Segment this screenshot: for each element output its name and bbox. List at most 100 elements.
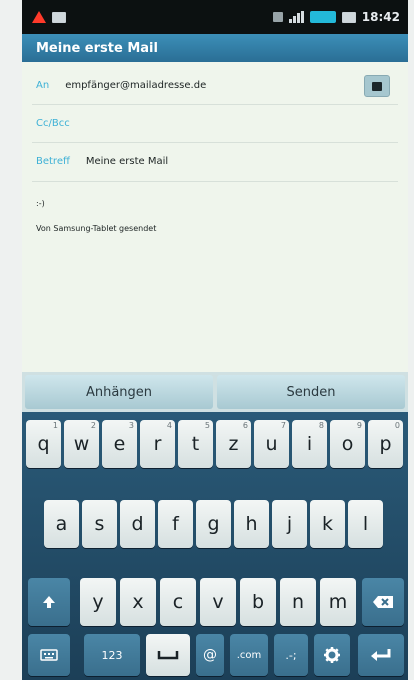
send-button[interactable]: Senden: [217, 375, 405, 409]
key-label: a: [55, 513, 68, 535]
phone-screen: 18:42 Meine erste Mail An empfänger@mail…: [22, 0, 408, 680]
compose-actions: Anhängen Senden: [22, 372, 408, 412]
to-field-row[interactable]: An empfänger@mailadresse.de: [22, 66, 408, 104]
key-p[interactable]: p0: [368, 420, 403, 468]
key-y[interactable]: y: [80, 578, 116, 626]
dotcom-key[interactable]: .com: [230, 634, 268, 676]
subject-field-row[interactable]: Betreff Meine erste Mail: [22, 142, 408, 180]
key-number-hint: 1: [52, 421, 58, 430]
divider: [32, 181, 398, 182]
key-number-hint: 8: [318, 421, 324, 430]
signal-strength-icon: [288, 11, 304, 23]
space-icon: [157, 651, 179, 660]
key-z[interactable]: z6: [216, 420, 251, 468]
key-label: v: [212, 591, 224, 613]
key-label: w: [73, 433, 90, 455]
key-label: i: [306, 433, 313, 455]
key-label: t: [191, 433, 200, 455]
key-label: p: [379, 433, 392, 455]
key-g[interactable]: g: [196, 500, 231, 548]
key-b[interactable]: b: [240, 578, 276, 626]
key-label: k: [321, 513, 333, 535]
backspace-key[interactable]: [362, 578, 404, 626]
subject-input[interactable]: Meine erste Mail: [86, 156, 168, 167]
key-label: h: [245, 513, 258, 535]
key-label: b: [251, 591, 265, 613]
shift-icon: [43, 596, 55, 608]
subject-label: Betreff: [36, 155, 70, 167]
settings-key[interactable]: [314, 634, 350, 676]
key-label: f: [172, 513, 179, 535]
key-label: s: [94, 513, 105, 535]
key-label: d: [131, 513, 144, 535]
sim-icon: [272, 12, 283, 22]
add-contact-button[interactable]: [364, 75, 390, 97]
punctuation-key[interactable]: .-;: [274, 634, 308, 676]
status-time: 18:42: [361, 10, 400, 24]
warning-icon: [32, 11, 46, 23]
key-e[interactable]: e3: [102, 420, 137, 468]
input-mode-key[interactable]: [28, 634, 70, 676]
key-v[interactable]: v: [200, 578, 236, 626]
key-number-hint: 6: [242, 421, 248, 430]
key-label: r: [153, 433, 162, 455]
key-i[interactable]: i8: [292, 420, 327, 468]
status-bar: 18:42: [22, 0, 408, 34]
key-label: u: [265, 433, 278, 455]
key-a[interactable]: a: [44, 500, 79, 548]
key-number-hint: 2: [90, 421, 96, 430]
key-x[interactable]: x: [120, 578, 156, 626]
key-u[interactable]: u7: [254, 420, 289, 468]
enter-icon: [371, 649, 391, 661]
key-c[interactable]: c: [160, 578, 196, 626]
key-t[interactable]: t5: [178, 420, 213, 468]
key-label: q: [37, 433, 50, 455]
key-label: c: [172, 591, 184, 613]
key-number-hint: 5: [204, 421, 210, 430]
key-number-hint: 3: [128, 421, 134, 430]
shift-key[interactable]: [28, 578, 70, 626]
key-number-hint: 9: [356, 421, 362, 430]
key-label: n: [291, 591, 305, 613]
battery-icon: [309, 11, 336, 23]
key-r[interactable]: r4: [140, 420, 175, 468]
key-label: o: [341, 433, 354, 455]
key-k[interactable]: k: [310, 500, 345, 548]
message-body[interactable]: :-) Von Samsung-Tablet gesendet: [36, 196, 396, 246]
key-label: e: [113, 433, 126, 455]
key-label: j: [286, 513, 293, 535]
to-input[interactable]: empfänger@mailadresse.de: [65, 80, 206, 91]
onscreen-keyboard: 123 @ .com .-; q1w2e3r4t5z6u7i8o9p0asdfg…: [22, 412, 408, 680]
key-l[interactable]: l: [348, 500, 383, 548]
backspace-icon: [373, 596, 393, 608]
signature-line: Von Samsung-Tablet gesendet: [36, 224, 157, 233]
to-label: An: [36, 79, 50, 91]
key-q[interactable]: q1: [26, 420, 61, 468]
key-number-hint: 4: [166, 421, 172, 430]
key-s[interactable]: s: [82, 500, 117, 548]
key-number-hint: 0: [394, 421, 400, 430]
key-j[interactable]: j: [272, 500, 307, 548]
key-o[interactable]: o9: [330, 420, 365, 468]
attach-button[interactable]: Anhängen: [25, 375, 213, 409]
numbers-key[interactable]: 123: [84, 634, 140, 676]
body-line: :-): [36, 199, 45, 208]
space-key[interactable]: [146, 634, 190, 676]
key-label: x: [132, 591, 144, 613]
enter-key[interactable]: [358, 634, 404, 676]
key-d[interactable]: d: [120, 500, 155, 548]
cc-bcc-field-row[interactable]: Cc/Bcc: [22, 104, 408, 142]
key-m[interactable]: m: [320, 578, 356, 626]
key-f[interactable]: f: [158, 500, 193, 548]
key-label: l: [362, 513, 369, 535]
notification-icon: [52, 11, 66, 23]
page-title: Meine erste Mail: [22, 34, 408, 62]
key-label: z: [228, 433, 239, 455]
contact-icon: [372, 81, 382, 91]
at-key[interactable]: @: [196, 634, 224, 676]
device-bezel-left: [0, 0, 22, 680]
keyboard-icon: [40, 649, 58, 661]
key-w[interactable]: w2: [64, 420, 99, 468]
key-h[interactable]: h: [234, 500, 269, 548]
key-n[interactable]: n: [280, 578, 316, 626]
